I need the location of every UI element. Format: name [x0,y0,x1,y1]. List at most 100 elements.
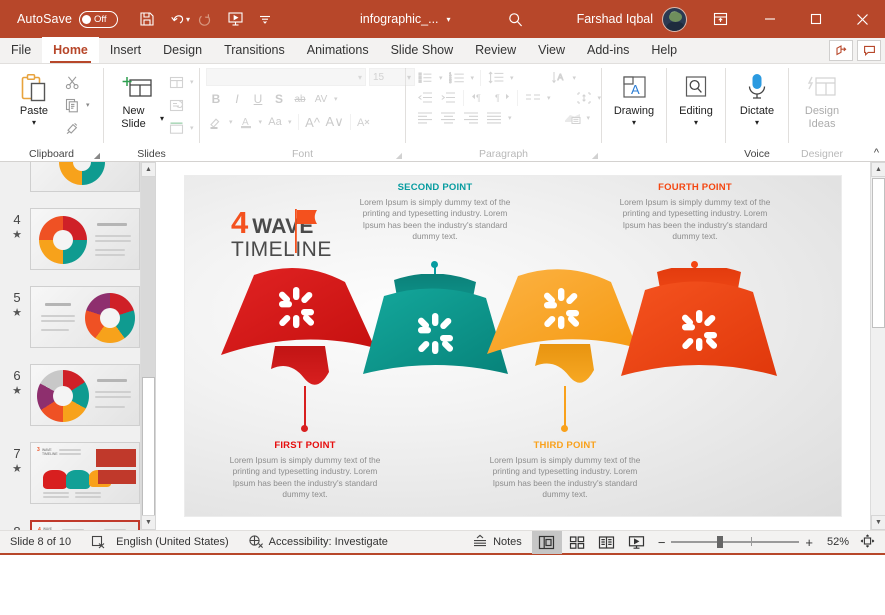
change-case-button[interactable]: Aa [265,112,285,132]
minimize-button[interactable] [747,0,793,38]
thumbnail-slide-3[interactable]: 3 ★ [0,162,156,202]
wave-shape-4[interactable] [605,268,791,405]
thumbnails-scroll-up-button[interactable]: ▲ [141,162,156,177]
tab-animations[interactable]: Animations [296,37,380,63]
maximize-button[interactable] [793,0,839,38]
undo-dropdown-icon[interactable]: ▾ [186,15,190,24]
tab-review[interactable]: Review [464,37,527,63]
bullets-icon[interactable] [414,68,436,87]
copy-button[interactable]: ▾ [60,94,92,116]
text-shadow-button[interactable]: S [269,89,289,109]
slide-scroll-down-button[interactable]: ▼ [871,515,885,530]
thumbnail-slide-4[interactable]: 4 ★ [0,202,156,280]
clear-formatting-icon[interactable]: A [355,112,375,132]
autosave-control[interactable]: AutoSave Off [17,11,118,28]
slide-scroll-up-button[interactable]: ▲ [871,162,885,177]
tab-add-ins[interactable]: Add-ins [576,37,640,63]
thumbnail-image-7[interactable]: 3 WAVETIMELINE [30,442,140,504]
slide-surface[interactable]: 4 WAVE TIMELINE SECOND POINT [184,175,842,517]
comments-button[interactable] [857,40,881,61]
text-highlight-icon[interactable] [206,112,226,132]
copy-dropdown-icon[interactable]: ▾ [84,101,92,109]
justify-icon[interactable] [483,108,505,127]
font-name-combo[interactable]: ▾ [206,68,366,86]
thumbnails-scroll-thumb[interactable] [142,377,155,517]
slide-sorter-icon[interactable] [562,531,592,554]
layout-button[interactable]: ▾ [164,71,196,93]
text-direction-dropdown-icon[interactable]: ▾ [571,74,579,82]
thumbnail-slide-5[interactable]: 5 ★ [0,280,156,358]
normal-view-icon[interactable] [532,531,562,554]
dictate-dropdown-icon[interactable]: ▾ [755,118,759,127]
character-spacing-button[interactable]: AV [311,89,331,109]
fit-to-window-icon[interactable] [860,534,875,551]
spell-check-icon[interactable] [81,530,116,555]
thumbnail-image-4[interactable] [30,208,140,270]
decrease-font-size-button[interactable]: A∨ [324,112,346,132]
share-button[interactable] [829,40,853,61]
numbering-icon[interactable]: 1 2 3 [446,68,468,87]
slide-counter[interactable]: Slide 8 of 10 [0,530,81,555]
paste-dropdown-icon[interactable]: ▾ [32,118,36,127]
zoom-level[interactable]: 52% [819,536,849,548]
format-painter-icon[interactable] [60,117,84,139]
document-dropdown-icon[interactable]: ▾ [447,15,451,24]
section-button[interactable]: ▾ [164,117,196,139]
highlight-dropdown-icon[interactable]: ▾ [227,118,235,126]
thumbnail-image-5[interactable] [30,286,140,348]
slide-show-icon[interactable] [622,531,652,554]
bold-button[interactable]: B [206,89,226,109]
thumbnail-image-8[interactable]: 4 WAVETIMELINE [30,520,140,530]
customize-quick-access-icon[interactable] [250,4,280,34]
tab-design[interactable]: Design [152,37,213,63]
document-title-area[interactable]: infographic_... ▾ [360,0,451,38]
line-spacing-icon[interactable] [485,68,507,87]
thumbnails-scroll-down-button[interactable]: ▼ [141,515,156,530]
slide-thumbnails-pane[interactable]: 3 ★ 4 ★ [0,162,156,530]
underline-button[interactable]: U [248,89,268,109]
collapse-ribbon-icon[interactable]: ^ [874,147,879,159]
rtl-text-icon[interactable]: ¶ [468,88,490,107]
save-icon[interactable] [132,4,162,34]
dictate-button[interactable]: Dictate ▾ [726,68,788,127]
justify-dropdown-icon[interactable]: ▾ [506,114,514,122]
convert-to-smartart-icon[interactable] [562,108,584,127]
tab-help[interactable]: Help [640,37,688,63]
reading-view-icon[interactable] [592,531,622,554]
tab-insert[interactable]: Insert [99,37,152,63]
increase-font-size-button[interactable]: A^ [303,112,323,132]
italic-button[interactable]: I [227,89,247,109]
line-spacing-dropdown-icon[interactable]: ▾ [508,74,516,82]
tab-view[interactable]: View [527,37,576,63]
align-left-icon[interactable] [414,108,436,127]
thumbnail-slide-6[interactable]: 6 ★ [0,358,156,436]
point-text-first[interactable]: FIRST POINT Lorem Ipsum is simply dummy … [229,440,381,500]
cut-icon[interactable] [60,71,84,93]
accessibility-status[interactable]: Accessibility: Investigate [239,530,398,555]
zoom-slider[interactable]: − + 52% [652,534,881,551]
autosave-toggle[interactable]: Off [79,11,118,28]
language-indicator[interactable]: English (United States) [116,530,239,555]
paste-button[interactable]: Paste ▾ [8,68,60,127]
decrease-indent-icon[interactable] [414,88,436,107]
align-center-icon[interactable] [437,108,459,127]
zoom-track[interactable] [671,541,799,543]
character-spacing-dropdown-icon[interactable]: ▾ [332,95,340,103]
thumbnail-image-6[interactable] [30,364,140,426]
reset-slide-icon[interactable] [164,94,188,116]
ltr-text-icon[interactable]: ¶ [491,88,513,107]
start-presentation-icon[interactable] [220,4,250,34]
thumbnail-slide-7[interactable]: 7 ★ 3 WAVETIMELINE [0,436,156,514]
thumbnails-scrollbar[interactable]: ▲ ▼ [140,162,155,530]
zoom-knob[interactable] [717,536,723,548]
user-name[interactable]: Farshad Iqbal [577,12,653,26]
slide-scroll-thumb[interactable] [872,178,885,328]
redo-icon[interactable] [190,4,220,34]
increase-indent-icon[interactable] [437,88,459,107]
section-icon[interactable] [164,117,188,139]
editing-button[interactable]: Editing ▾ [667,68,725,127]
align-right-icon[interactable] [460,108,482,127]
thumbnail-slide-8[interactable]: 8 ★ 4 WAVETIMELINE [0,514,156,530]
columns-icon[interactable] [522,88,544,107]
align-text-icon[interactable] [573,88,595,107]
